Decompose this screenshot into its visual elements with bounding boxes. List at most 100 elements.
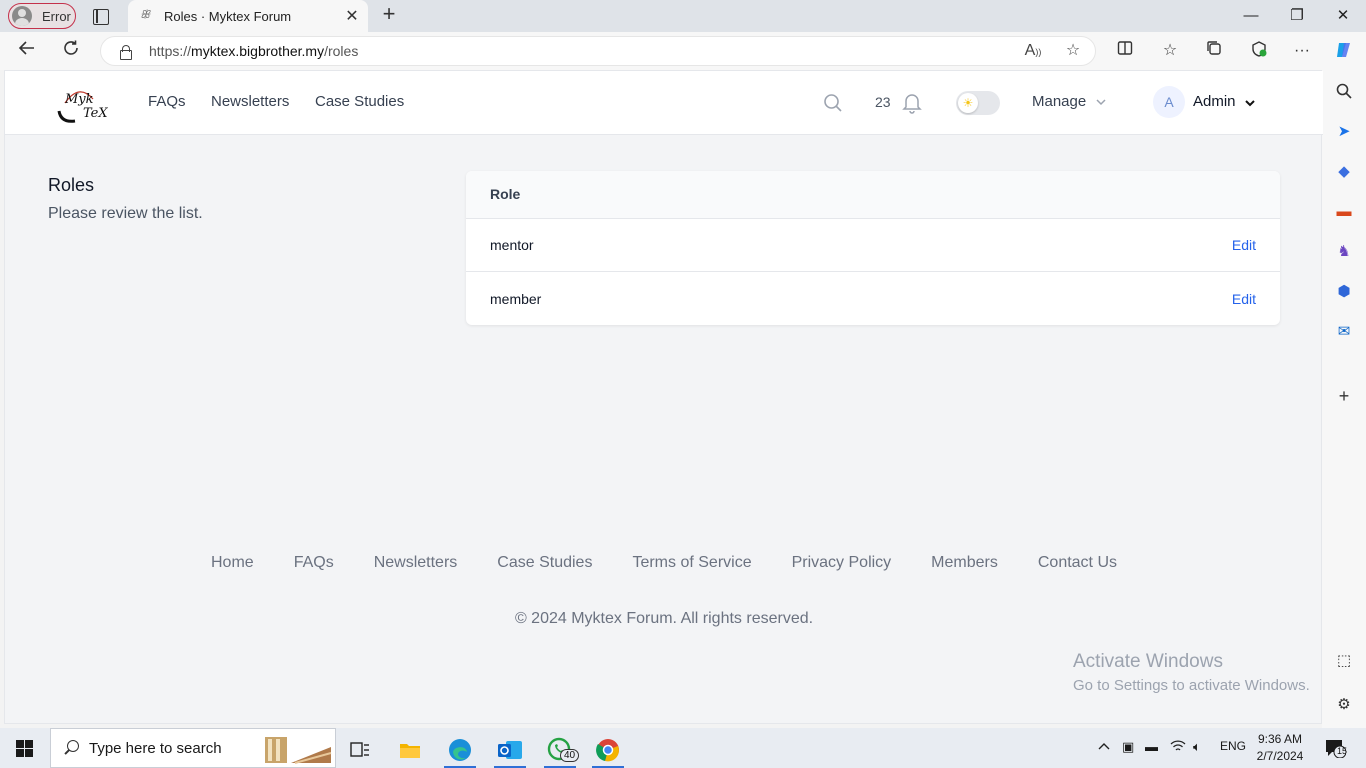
split-screen-icon[interactable]	[1114, 40, 1136, 62]
nav-faqs[interactable]: FAQs	[148, 93, 186, 110]
language-indicator[interactable]: ENG	[1220, 739, 1246, 753]
outlook-svg	[498, 741, 522, 759]
edge-taskbar-icon[interactable]	[440, 732, 480, 768]
essentials-svg	[1252, 41, 1267, 57]
battery-icon[interactable]: ▬	[1145, 739, 1158, 754]
page-title: Roles	[48, 175, 95, 195]
profile-button[interactable]: Error	[8, 3, 76, 29]
clock-time: 9:36 AM	[1257, 732, 1303, 746]
tab-close-icon[interactable]: ✕	[340, 6, 364, 26]
more-options-icon[interactable]: ···	[1291, 40, 1313, 62]
site-favicon-icon: ꕥ	[140, 9, 151, 21]
footer-link-members[interactable]: Members	[931, 554, 998, 572]
url-text: https://myktex.bigbrother.my/roles	[149, 43, 359, 59]
myktex-logo-svg: Myk TeX	[57, 91, 108, 123]
edit-link[interactable]: Edit	[1232, 237, 1256, 253]
footer-link-newsletters[interactable]: Newsletters	[374, 554, 458, 572]
read-aloud-icon[interactable]: A))	[1022, 40, 1044, 62]
header-search-icon[interactable]	[823, 93, 843, 113]
clock-date: 2/7/2024	[1256, 749, 1304, 763]
manage-chevron-down-icon[interactable]	[1095, 95, 1107, 107]
collections-icon[interactable]	[1203, 40, 1225, 62]
notification-center-icon[interactable]: 15	[1324, 738, 1347, 759]
sidebar-shopping-icon[interactable]: ◆	[1335, 163, 1353, 181]
taskbar-clock[interactable]: 9:36 AM 2/7/2024	[1252, 731, 1308, 765]
footer-link-contact[interactable]: Contact Us	[1038, 554, 1117, 572]
back-arrow-icon	[18, 41, 34, 55]
profile-avatar-icon	[12, 6, 32, 26]
wifi-svg	[1170, 740, 1186, 751]
refresh-button[interactable]	[58, 39, 84, 63]
footer-link-privacy[interactable]: Privacy Policy	[792, 554, 892, 572]
favorite-star-icon[interactable]: ☆	[1062, 40, 1084, 62]
close-window-button[interactable]: ✕	[1328, 4, 1358, 28]
sidebar-outlook-icon[interactable]: ✉	[1335, 323, 1353, 341]
lock-icon[interactable]	[119, 45, 132, 60]
footer-link-terms[interactable]: Terms of Service	[632, 554, 751, 572]
outlook-taskbar-icon[interactable]	[490, 732, 530, 768]
nav-newsletters[interactable]: Newsletters	[211, 93, 289, 110]
tab-roles[interactable]: ꕥ Roles · Myktex Forum ✕	[128, 0, 368, 32]
sidebar-screenshot-icon[interactable]: ⬚	[1335, 652, 1353, 670]
footer-link-home[interactable]: Home	[211, 554, 254, 572]
user-chevron-down-icon[interactable]	[1244, 96, 1256, 108]
favorites-icon[interactable]: ☆	[1159, 40, 1181, 62]
site-logo[interactable]: Myk TeX	[53, 81, 115, 125]
windows-start-icon[interactable]	[16, 740, 33, 757]
theme-toggle[interactable]: ☀	[956, 91, 1000, 115]
split-screen-svg	[1117, 41, 1133, 55]
wifi-icon[interactable]	[1170, 739, 1186, 756]
browser-essentials-icon[interactable]	[1248, 40, 1270, 62]
volume-icon[interactable]: 🔈︎	[1193, 739, 1201, 755]
folder-svg	[400, 744, 420, 758]
tray-overflow-chevron-up-icon[interactable]	[1098, 739, 1110, 754]
collections-svg	[1207, 41, 1221, 55]
chrome-svg	[596, 739, 619, 762]
address-bar[interactable]: https://myktex.bigbrother.my/roles	[100, 36, 1096, 66]
sidebar-office-icon[interactable]: ⬢	[1335, 283, 1353, 301]
site-header: Myk TeX FAQs Newsletters Case Studies 23…	[5, 71, 1323, 135]
watermark-line-2: Go to Settings to activate Windows.	[1073, 677, 1310, 694]
tab-actions-icon[interactable]	[90, 6, 110, 26]
user-avatar[interactable]: A	[1153, 86, 1185, 118]
manage-menu[interactable]: Manage	[1032, 93, 1086, 110]
maximize-button[interactable]: ❐	[1282, 4, 1312, 28]
taskbar-search-box[interactable]: Type here to search	[50, 728, 336, 768]
chrome-taskbar-icon[interactable]	[588, 732, 628, 768]
roles-table: Role mentor Edit member Edit	[466, 171, 1280, 325]
edit-link[interactable]: Edit	[1232, 291, 1256, 307]
bell-svg	[902, 94, 922, 114]
nav-case-studies[interactable]: Case Studies	[315, 93, 404, 110]
whatsapp-taskbar-icon[interactable]: 40	[540, 732, 580, 768]
meet-now-icon[interactable]: ▣	[1122, 739, 1134, 755]
tab-title: Roles · Myktex Forum	[164, 8, 292, 24]
bell-icon[interactable]	[902, 92, 922, 114]
watermark-line-1: Activate Windows	[1073, 651, 1223, 672]
page-description: Please review the list.	[48, 205, 203, 222]
notification-count: 23	[875, 94, 891, 110]
sidebar-search-svg	[1336, 83, 1352, 99]
sidebar-add-icon[interactable]: +	[1335, 387, 1353, 405]
svg-text:TeX: TeX	[83, 106, 108, 121]
file-explorer-icon[interactable]	[390, 732, 430, 768]
browser-tab-bar: Error ꕥ Roles · Myktex Forum ✕ + — ❐ ✕	[0, 0, 1366, 32]
table-row: mentor Edit	[466, 219, 1280, 272]
svg-text:Myk: Myk	[64, 92, 94, 107]
sidebar-search-icon[interactable]	[1335, 83, 1353, 101]
footer-link-case-studies[interactable]: Case Studies	[497, 554, 592, 572]
role-name: mentor	[490, 237, 534, 253]
footer-link-faqs[interactable]: FAQs	[294, 554, 334, 572]
task-view-icon[interactable]	[340, 732, 380, 768]
copilot-svg	[1337, 43, 1350, 57]
search-svg	[824, 94, 842, 112]
minimize-button[interactable]: —	[1236, 4, 1266, 28]
sidebar-tools-icon[interactable]: ▬	[1335, 203, 1353, 221]
copilot-icon[interactable]	[1333, 40, 1355, 62]
sidebar-games-icon[interactable]: ♞	[1335, 243, 1353, 261]
sidebar-settings-icon[interactable]: ⚙	[1335, 696, 1353, 714]
user-menu[interactable]: Admin	[1193, 93, 1236, 110]
copyright-text: © 2024 Myktex Forum. All rights reserved…	[514, 610, 814, 627]
back-button[interactable]	[14, 39, 40, 63]
new-tab-button[interactable]: +	[378, 3, 400, 26]
sidebar-telegram-icon[interactable]: ➤	[1335, 123, 1353, 141]
